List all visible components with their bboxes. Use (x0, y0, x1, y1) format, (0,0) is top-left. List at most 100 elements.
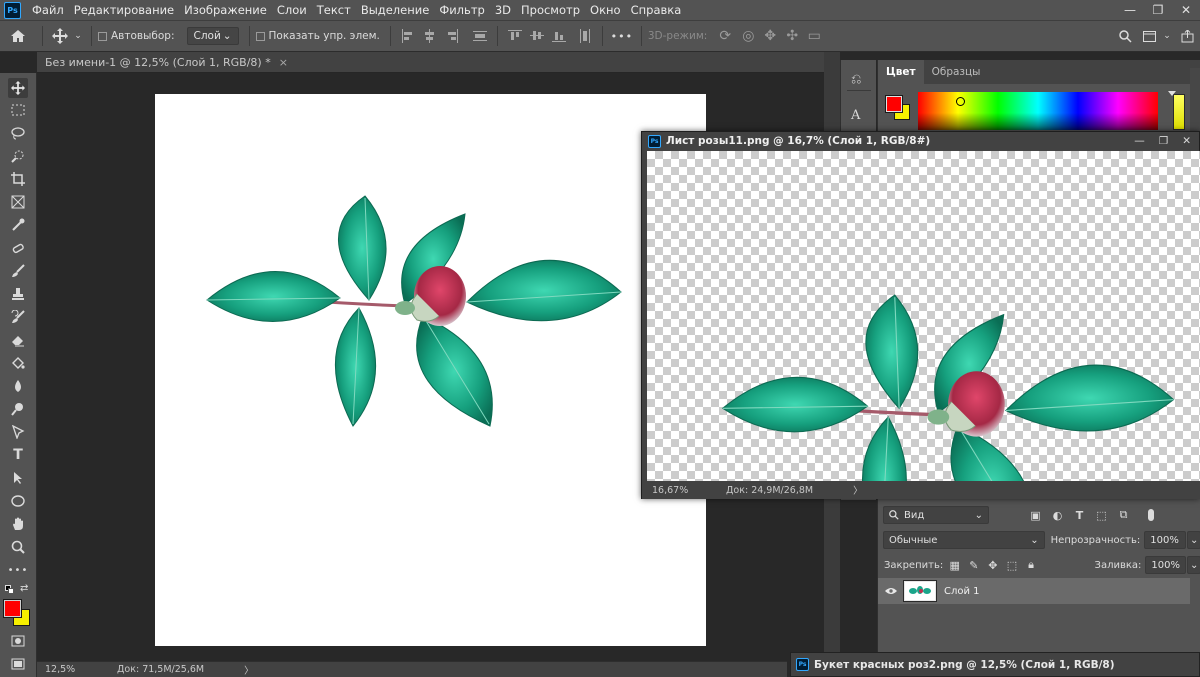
menu-view[interactable]: Просмотр (516, 3, 585, 17)
align-bottom-icon[interactable] (551, 29, 566, 43)
menu-filter[interactable]: Фильтр (434, 3, 490, 17)
align-hcenter-icon[interactable] (423, 29, 437, 43)
paint-bucket-tool-icon[interactable] (8, 353, 28, 373)
menu-select[interactable]: Выделение (356, 3, 435, 17)
swap-colors-icon[interactable]: ⇄ (20, 583, 28, 594)
lock-all-icon[interactable]: 🔒︎ (1025, 558, 1036, 572)
show-transform-checkbox[interactable]: Показать упр. элем. (255, 30, 380, 42)
zoom-tool-icon[interactable] (8, 537, 28, 557)
3d-roll-icon[interactable]: ◎ (737, 28, 759, 44)
clone-stamp-tool-icon[interactable] (8, 284, 28, 304)
blend-mode-dropdown[interactable]: Обычные ⌄ (883, 531, 1045, 549)
character-panel-icon[interactable]: A (851, 108, 860, 123)
dodge-tool-icon[interactable] (8, 399, 28, 419)
history-brush-tool-icon[interactable] (8, 307, 28, 327)
floating-window-titlebar[interactable]: Ps Лист розы11.png @ 16,7% (Слой 1, RGB/… (642, 132, 1199, 150)
slider-handle[interactable] (1168, 91, 1176, 96)
color-spectrum[interactable] (918, 92, 1158, 130)
floating-document-window[interactable]: Ps Лист розы11.png @ 16,7% (Слой 1, RGB/… (641, 131, 1200, 499)
menu-help[interactable]: Справка (626, 3, 687, 17)
frame-tool-icon[interactable] (8, 192, 28, 212)
restore-button[interactable]: ❐ (1159, 135, 1168, 147)
menu-type[interactable]: Текст (312, 3, 356, 17)
menu-image[interactable]: Изображение (179, 3, 272, 17)
close-button[interactable]: ✕ (1182, 135, 1191, 147)
autoselect-dropdown[interactable]: Слой ⌄ (186, 27, 239, 45)
menu-file[interactable]: Файл (27, 3, 69, 17)
default-colors-icon[interactable] (5, 585, 15, 595)
filter-adjustment-icon[interactable]: ◐ (1051, 509, 1064, 522)
distribute-icon[interactable] (472, 29, 487, 43)
align-right-icon[interactable] (445, 29, 459, 43)
chevron-down-icon[interactable]: ⌄ (1160, 31, 1174, 41)
menu-layers[interactable]: Слои (272, 3, 312, 17)
move-tool-icon[interactable] (8, 78, 28, 98)
close-button[interactable]: ✕ (1172, 0, 1200, 20)
healing-brush-tool-icon[interactable] (8, 238, 28, 258)
filter-type-icon[interactable]: T (1073, 509, 1086, 522)
menu-window[interactable]: Окно (585, 3, 626, 17)
filter-smart-object-icon[interactable]: ⧉ (1117, 508, 1130, 522)
color-value-slider[interactable] (1173, 94, 1185, 130)
3d-camera-icon[interactable]: ▭ (803, 28, 825, 44)
lock-pixels-icon[interactable]: ✎ (968, 559, 979, 572)
crop-tool-icon[interactable] (8, 169, 28, 189)
type-tool-icon[interactable]: T (8, 445, 28, 465)
transparent-canvas[interactable] (647, 151, 1200, 481)
status-menu-arrow[interactable]: 〉 (244, 663, 254, 677)
fill-field[interactable]: 100% (1145, 556, 1186, 574)
ellipse-tool-icon[interactable] (8, 491, 28, 511)
more-tools-icon[interactable]: ••• (8, 560, 28, 580)
spectrum-picker[interactable] (956, 97, 965, 106)
home-icon[interactable] (0, 29, 36, 43)
share-icon[interactable] (1174, 29, 1200, 43)
minimized-document-window[interactable]: Ps Букет красных роз2.png @ 12,5% (Слой … (790, 652, 1200, 677)
quick-mask-icon[interactable] (8, 631, 28, 651)
menu-3d[interactable]: 3D (490, 3, 516, 17)
move-tool-icon[interactable] (49, 28, 71, 44)
lasso-tool-icon[interactable] (8, 123, 28, 143)
blur-tool-icon[interactable] (8, 376, 28, 396)
layer-row[interactable]: Слой 1 (878, 578, 1190, 604)
align-left-icon[interactable] (401, 29, 415, 43)
more-options-button[interactable]: ••• (609, 30, 635, 43)
3d-pan-icon[interactable]: ✥ (759, 28, 781, 44)
search-icon[interactable] (1112, 29, 1138, 43)
lock-artboard-icon[interactable]: ⬚ (1006, 559, 1017, 572)
autoselect-checkbox[interactable]: Автовыбор: (98, 30, 175, 42)
brush-tool-icon[interactable] (8, 261, 28, 281)
filter-pixel-icon[interactable]: ▣ (1029, 509, 1042, 522)
minimize-button[interactable]: — (1134, 135, 1145, 147)
history-panel-icon[interactable]: ⎌ (851, 72, 861, 87)
lock-transparency-icon[interactable]: ▦ (949, 559, 960, 572)
tab-color[interactable]: Цвет (878, 60, 924, 84)
layer-filter-dropdown[interactable]: Вид ⌄ (883, 506, 989, 524)
3d-orbit-icon[interactable]: ⟳ (713, 28, 737, 44)
distribute-vertical-icon[interactable] (578, 29, 592, 43)
workspace-icon[interactable] (1138, 30, 1160, 42)
foreground-color-swatch[interactable] (3, 599, 22, 618)
panel-foreground-swatch[interactable] (885, 95, 903, 113)
quick-select-tool-icon[interactable] (8, 146, 28, 166)
marquee-tool-icon[interactable] (8, 100, 28, 120)
eye-icon[interactable] (878, 587, 904, 595)
document-canvas[interactable] (155, 94, 706, 646)
chevron-down-icon[interactable]: ⌄ (71, 31, 85, 41)
restore-button[interactable]: ❐ (1144, 0, 1172, 20)
zoom-level[interactable]: 12,5% (37, 664, 105, 675)
fill-dropdown[interactable]: ⌄ (1187, 556, 1200, 574)
close-tab-icon[interactable]: × (279, 56, 288, 69)
opacity-dropdown[interactable]: ⌄ (1187, 531, 1200, 549)
filter-toggle[interactable] (1148, 509, 1154, 521)
minimize-button[interactable]: — (1116, 0, 1144, 20)
3d-slide-icon[interactable]: ✣ (781, 28, 803, 44)
filter-shape-icon[interactable]: ⬚ (1095, 509, 1108, 522)
path-select-tool-icon[interactable] (8, 468, 28, 488)
floating-status-arrow[interactable]: 〉 (853, 483, 863, 497)
opacity-field[interactable]: 100% (1144, 531, 1186, 549)
pen-tool-icon[interactable] (8, 422, 28, 442)
floating-zoom-level[interactable]: 16,67% (642, 485, 714, 496)
eraser-tool-icon[interactable] (8, 330, 28, 350)
hand-tool-icon[interactable] (8, 514, 28, 534)
lock-position-icon[interactable]: ✥ (987, 559, 998, 572)
